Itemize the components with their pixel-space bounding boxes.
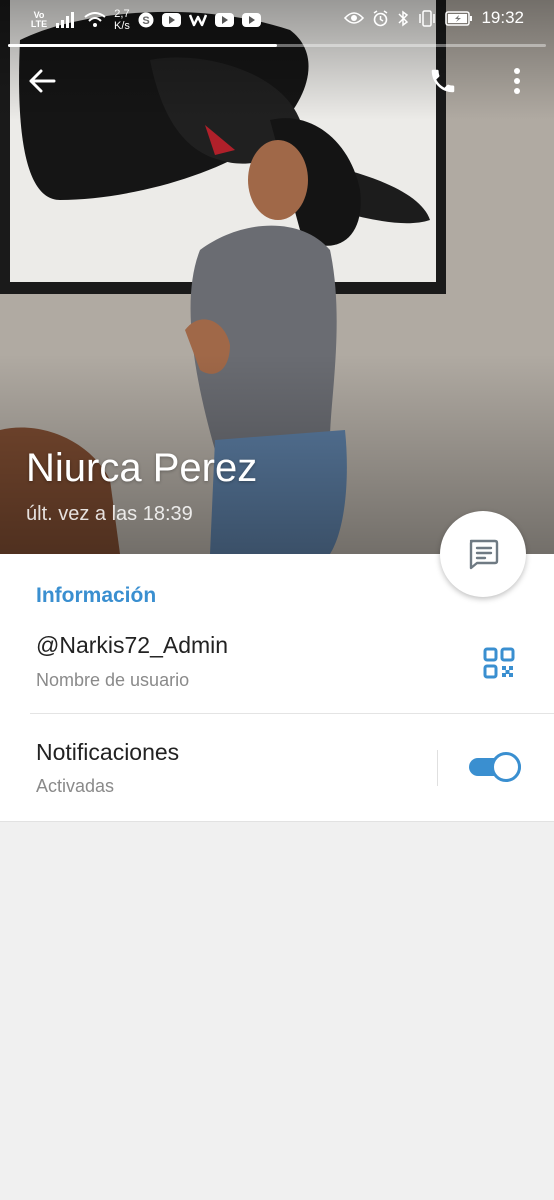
network-speed: 2,7 K/s	[114, 8, 130, 32]
status-bar-right: 19:32	[344, 8, 524, 28]
back-button[interactable]	[18, 57, 66, 105]
youtube-icon	[241, 13, 261, 27]
svg-text:S: S	[142, 15, 149, 27]
info-section-title: Información	[36, 584, 157, 607]
more-options-button[interactable]	[493, 57, 541, 105]
qr-code-button[interactable]	[478, 642, 520, 684]
vibrate-icon	[419, 9, 436, 27]
call-button[interactable]	[419, 57, 467, 105]
alarm-icon	[374, 9, 388, 26]
youtube-icon	[161, 13, 181, 27]
last-seen-status: últ. vez a las 18:39	[26, 503, 193, 525]
vertical-divider	[437, 750, 438, 786]
qr-code-icon	[483, 647, 515, 679]
username[interactable]: @Narkis72_Admin	[36, 632, 228, 659]
story-progress-fill	[8, 44, 277, 47]
signal-icon	[56, 12, 74, 28]
wish-icon	[188, 14, 207, 27]
clock: 19:32	[481, 8, 524, 27]
battery-charging-icon	[445, 10, 473, 26]
more-vertical-icon	[514, 68, 520, 94]
profile-header: Vo LTE 2,7 K/s S 19:32 Niurca Perez últ.…	[0, 0, 554, 554]
arrow-left-icon	[29, 69, 56, 93]
story-progress-bar	[8, 44, 546, 47]
toggle-knob	[491, 752, 521, 782]
skype-icon: S	[138, 12, 154, 28]
phone-icon	[431, 69, 455, 93]
status-bar-left: Vo LTE 2,7 K/s S	[30, 8, 261, 32]
status-bar: Vo LTE 2,7 K/s S 19:32	[0, 0, 554, 40]
divider	[30, 713, 554, 714]
notifications-title[interactable]: Notificaciones	[36, 739, 179, 766]
send-message-button[interactable]	[440, 511, 526, 597]
speed-value: 2,7	[114, 8, 130, 20]
notifications-toggle[interactable]	[469, 752, 521, 782]
message-icon	[469, 539, 499, 570]
speed-unit: K/s	[114, 20, 130, 32]
youtube-icon	[214, 13, 234, 27]
profile-name: Niurca Perez	[26, 446, 258, 490]
eye-icon	[344, 12, 365, 24]
notifications-caption: Activadas	[36, 776, 115, 796]
bluetooth-icon	[398, 10, 409, 26]
wifi-icon	[84, 12, 106, 27]
network-type: Vo LTE	[30, 10, 48, 29]
username-caption: Nombre de usuario	[36, 670, 190, 690]
